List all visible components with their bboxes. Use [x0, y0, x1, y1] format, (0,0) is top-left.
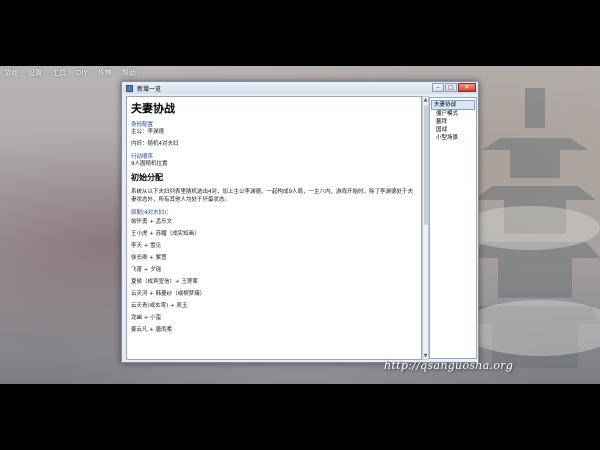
site-watermark: http://qsanguosha.org [384, 359, 514, 372]
menu-game[interactable]: 游戏 [4, 68, 18, 78]
toc-item-national-war[interactable]: 国战 [431, 126, 475, 134]
doc-section-order: 行动顺序 [131, 154, 154, 160]
doc-heading-main: 夫妻协战 [131, 102, 175, 115]
list-item: 飞蓬 + 夕瑶 [131, 267, 162, 273]
menu-settings[interactable]: 设置 [28, 68, 42, 78]
doc-heading-initial: 初始分配 [131, 173, 163, 182]
app-icon [126, 84, 133, 92]
contents-list: 夫妻协战 僵尸模式 鳌拜 国战 小型场景 [429, 97, 477, 359]
window-controls: – □ ✕ [432, 83, 476, 92]
doc-lord-line: 主公：李渊德 [131, 129, 165, 135]
menu-tools[interactable]: 工具 [52, 68, 66, 78]
minimize-button[interactable]: – [432, 83, 444, 92]
doc-section-identity: 身份配置 [131, 122, 154, 128]
list-item: 姜云凡 + 唐雨柔 [131, 327, 173, 333]
list-item: 李天 + 雪见 [131, 243, 162, 249]
list-item: 徐长卿 + 紫萱 [131, 255, 167, 261]
scroll-up-icon[interactable]: ▲ [423, 97, 428, 103]
doc-intro-text: 系统从以下夫妇列表里随机选出4对，加上主公李渊德，一起构成9人局，一主八内，游戏… [131, 189, 414, 203]
list-item: 帖怀勇 + 孟乐文 [131, 219, 173, 225]
maximize-button[interactable]: □ [445, 83, 457, 92]
doc-order-line: 9人围随机位置 [131, 161, 168, 167]
list-item: 夏侯（成宾宣信）+ 王莲荤 [131, 279, 198, 285]
list-item: 云天河 + 韩菱纱（或柳梦璃） [131, 291, 206, 297]
couples-list: 帖怀勇 + 孟乐文 王小虎 + 苏媚（成实知画） 李天 + 雪见 徐长卿 + 紫… [131, 218, 417, 334]
document-body: 夫妻协战 身份配置 主公：李渊德 内奸：随机4对夫妇 行动顺序 9人围随机位置 … [131, 100, 417, 334]
menu-help[interactable]: 帮助 [122, 68, 136, 78]
pagoda-illustration [470, 88, 600, 368]
toc-item-small-scenario[interactable]: 小型场景 [431, 134, 475, 142]
list-item: 龙幽 + 小蛮 [131, 315, 162, 321]
doc-traitor-line: 内奸：随机4对夫妇 [131, 141, 179, 147]
scrollbar-thumb[interactable] [424, 105, 428, 225]
document-scrollbar[interactable]: ▲ ▼ [422, 96, 429, 360]
dialog-titlebar[interactable]: 新增一览 – □ ✕ [122, 82, 478, 94]
dialog-title: 新增一览 [137, 85, 162, 93]
close-button[interactable]: ✕ [458, 83, 476, 92]
toc-item-couples-battle[interactable]: 夫妻协战 [431, 100, 475, 110]
screen: 游戏 设置 工具 DIY 作弊 帮助 新增一览 – □ ✕ 夫妻协战 身份配置 … [0, 0, 600, 450]
toc-item-aobai[interactable]: 鳌拜 [431, 118, 475, 126]
menu-cheat[interactable]: 作弊 [98, 68, 112, 78]
document-viewer[interactable]: 夫妻协战 身份配置 主公：李渊德 内奸：随机4对夫妇 行动顺序 9人围随机位置 … [126, 96, 422, 360]
list-item: 云天青(或玄霄) + 夙玉 [131, 303, 188, 309]
toc-item-zombie-mode[interactable]: 僵尸模式 [431, 110, 475, 118]
doc-couples-title: 原配(4对夫妇)： [131, 210, 172, 216]
menu-diy[interactable]: DIY [76, 69, 88, 77]
list-item: 王小虎 + 苏媚（成实知画） [131, 231, 200, 237]
new-features-dialog: 新增一览 – □ ✕ 夫妻协战 身份配置 主公：李渊德 内奸：随机4对夫妇 行动… [121, 81, 479, 363]
